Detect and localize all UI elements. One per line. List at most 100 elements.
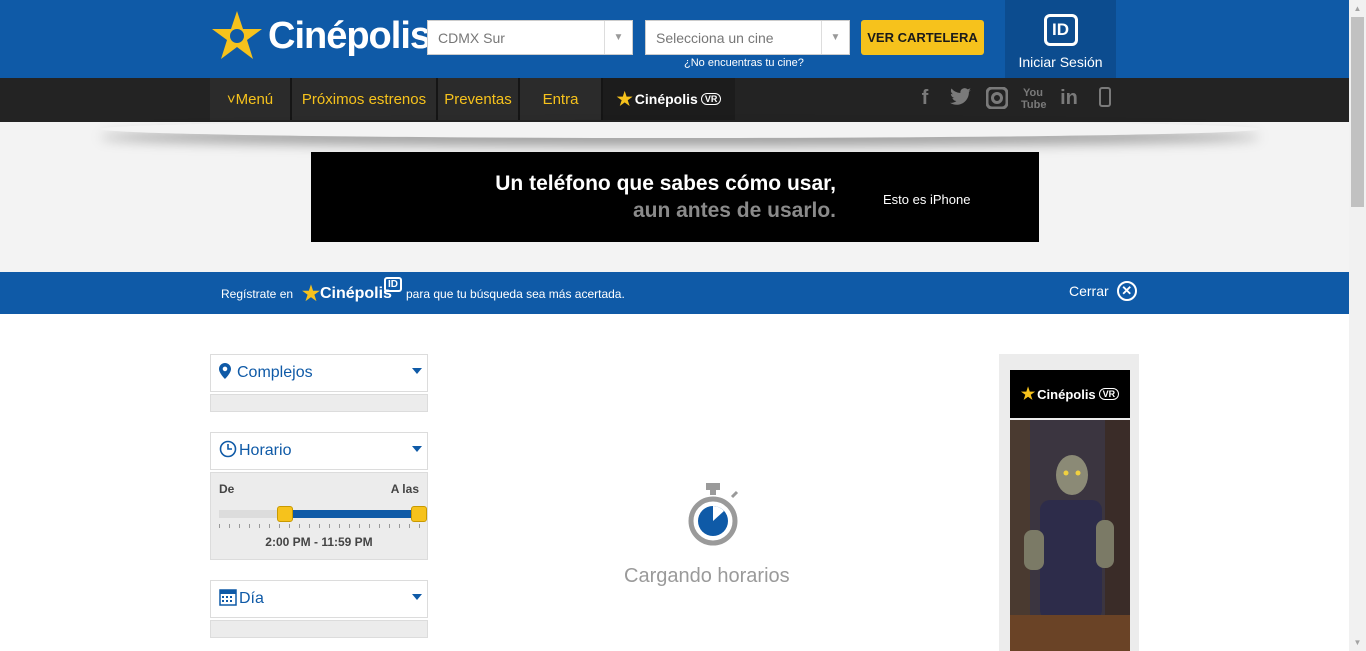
horario-filter[interactable]: Horario [210,432,428,470]
slider-start-handle[interactable] [277,506,293,522]
page-scrollbar[interactable]: ▲ ▼ [1349,0,1366,651]
nav-preventas[interactable]: Preventas [438,78,518,120]
star-icon: ★ [302,283,320,305]
ad-line-2: aun antes de usarlo. [632,199,836,222]
close-icon: ✕ [1116,281,1137,301]
horario-panel: De A las 2:00 PM - 11:59 PM [210,472,428,560]
id-icon: ID [1043,14,1078,46]
chevron-down-icon [412,446,422,452]
facebook-icon[interactable]: f [913,87,937,110]
location-pin-icon [219,362,231,384]
city-select[interactable]: CDMX Sur ▼ [427,20,633,55]
slider-ticks [219,524,420,528]
slider-tick [329,524,330,528]
close-button[interactable]: Cerrar ✕ [1069,281,1137,301]
slider-tick [269,524,270,528]
slider-tick [239,524,240,528]
a-las-label: A las [390,482,419,496]
chevron-down-icon: ▼ [821,21,849,54]
dia-panel [210,620,428,638]
login-label: Iniciar Sesión [1018,54,1103,70]
slider-tick [289,524,290,528]
twitter-icon[interactable] [949,87,973,113]
main-nav: ˅Menú Próximos estrenos Preventas Entra … [0,78,1349,122]
slider-tick [319,524,320,528]
dia-filter[interactable]: Día [210,580,428,618]
close-label: Cerrar [1069,283,1109,299]
slider-tick [349,524,350,528]
linkedin-icon[interactable]: in [1057,87,1081,110]
loading-text: Cargando horarios [624,565,790,587]
slider-tick [299,524,300,528]
youtube-icon[interactable]: You Tube [1021,87,1046,111]
cinema-select-placeholder: Selecciona un cine [656,29,774,46]
clock-icon [219,440,237,463]
logo-text: Cinépolis [268,14,431,57]
slider-tick [399,524,400,528]
side-ad-header: ★ Cinépolis VR [1010,370,1130,418]
slider-tick [249,524,250,528]
slider-tick [419,524,420,528]
header: Cinépolis CDMX Sur ▼ Selecciona un cine … [0,0,1349,78]
slider-tick [359,524,360,528]
ad-line-1: Un teléfono que sabes cómo usar, [495,172,836,195]
scroll-down-icon[interactable]: ▼ [1349,634,1366,651]
scroll-up-icon[interactable]: ▲ [1349,0,1366,17]
nav-entra[interactable]: Entra [520,78,601,120]
ad-tagline: Esto es iPhone [883,192,971,207]
register-suffix: para que tu búsqueda sea más acertada. [406,287,625,301]
nav-menu[interactable]: ˅Menú [210,78,290,120]
ver-cartelera-button[interactable]: VER CARTELERA [861,20,984,55]
slider-tick [379,524,380,528]
register-brand[interactable]: ★ Cinépolis [302,281,392,306]
time-slider-range [285,510,419,518]
star-icon: ★ [616,88,633,109]
mobile-icon[interactable] [1093,87,1117,113]
id-badge: ID [384,277,402,292]
slider-tick [219,524,220,528]
main-content [0,314,1349,651]
zombie-image [1010,420,1130,651]
slider-tick [259,524,260,528]
chevron-down-icon [412,368,422,374]
cinepolis-logo[interactable]: Cinépolis [210,8,431,64]
register-banner: Regístrate en ★ Cinépolis ID para que tu… [0,272,1349,314]
dia-label: Día [239,590,264,607]
slider-end-handle[interactable] [411,506,427,522]
star-icon: ★ [1020,386,1036,403]
complejos-panel [210,394,428,412]
cinema-select[interactable]: Selecciona un cine ▼ [645,20,850,55]
vr-brand: Cinépolis [634,91,698,107]
star-logo-icon [212,11,262,59]
slider-tick [389,524,390,528]
chevron-down-icon: ▼ [604,21,632,54]
scroll-thumb[interactable] [1351,17,1364,207]
nav-cinepolis-vr[interactable]: ★ Cinépolis VR [603,78,735,120]
de-label: De [219,482,235,496]
time-range-label: 2:00 PM - 11:59 PM [265,535,373,549]
vr-tag: VR [700,93,722,105]
no-encuentras-link[interactable]: ¿No encuentras tu cine? [684,57,804,69]
slider-tick [369,524,370,528]
complejos-filter[interactable]: Complejos [210,354,428,392]
complejos-label: Complejos [237,364,313,381]
slider-tick [339,524,340,528]
vr-side-ad[interactable]: ★ Cinépolis VR [999,354,1139,651]
stopwatch-icon [686,481,742,554]
iphone-ad-banner[interactable]: Un teléfono que sabes cómo usar, aun ant… [311,152,1039,242]
slider-tick [309,524,310,528]
city-select-value: CDMX Sur [438,29,505,46]
slider-tick [409,524,410,528]
time-slider-track[interactable] [219,506,427,522]
nav-proximos-estrenos[interactable]: Próximos estrenos [292,78,436,120]
register-prefix: Regístrate en [221,287,294,301]
page: Cinépolis CDMX Sur ▼ Selecciona un cine … [0,0,1366,651]
slider-tick [279,524,280,528]
nav-shadow [100,120,1260,138]
instagram-icon[interactable] [985,86,1009,115]
slider-tick [229,524,230,528]
horario-label: Horario [239,442,292,459]
login-button[interactable]: ID Iniciar Sesión [1005,0,1116,78]
chevron-down-icon [412,594,422,600]
calendar-icon [219,588,237,611]
